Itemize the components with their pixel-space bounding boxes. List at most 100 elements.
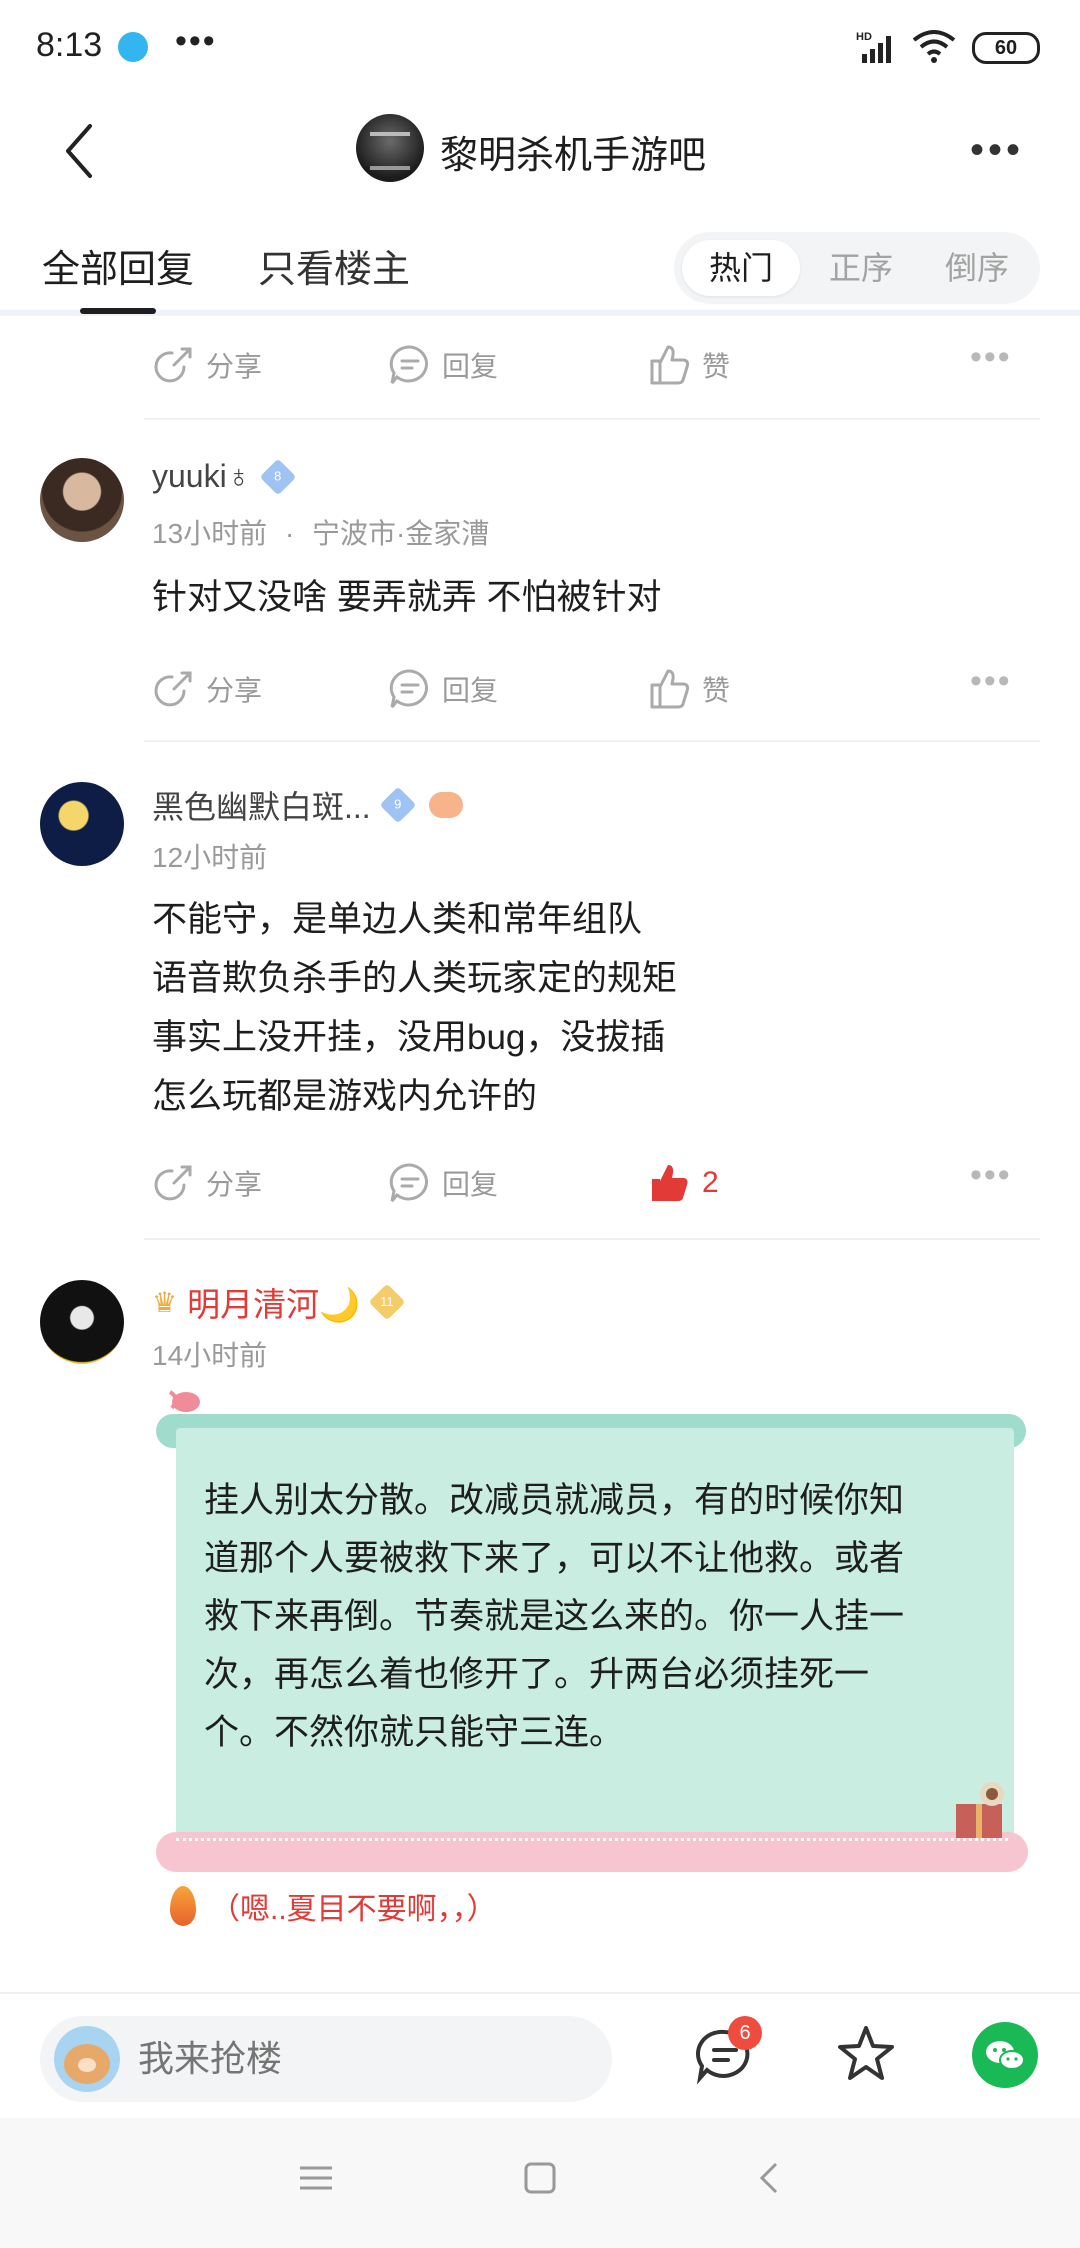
reply-label: 回复 — [442, 1169, 499, 1200]
action-row: 分享 回复 赞 ••• — [150, 646, 1040, 736]
post-content: 不能守，是单边人类和常年组队 语音欺负杀手的人类玩家定的规矩 事实上没开挂，没用… — [152, 890, 677, 1126]
forum-title[interactable]: 黎明杀机手游吧 — [440, 124, 706, 179]
decorated-bubble: 挂人别太分散。改减员就减员，有的时候你知 道那个人要被救下来了，可以不让他救。或… — [156, 1390, 1028, 1878]
divider — [144, 740, 1040, 742]
action-row: 分享 回复 赞 ••• — [150, 322, 1040, 412]
divider — [144, 1238, 1040, 1240]
reply-icon — [389, 1163, 429, 1202]
reply-list: 分享 回复 赞 ••• yuuki♁ 8 13小时前 · 宁波市·金家漕 针对又… — [0, 322, 1080, 1992]
share-icon — [154, 1165, 192, 1201]
system-navigation-bar — [0, 2118, 1080, 2248]
star-icon[interactable] — [834, 2022, 898, 2086]
reply-icon — [389, 345, 429, 384]
more-menu-icon[interactable]: ••• — [970, 128, 1024, 173]
username[interactable]: ♛ 明月清河🌙 11 — [152, 1278, 406, 1326]
username[interactable]: yuuki♁ 8 — [152, 458, 297, 495]
post-time: 13小时前 — [152, 518, 268, 549]
level-badge: 8 — [259, 458, 297, 495]
share-label: 分享 — [206, 1169, 263, 1200]
back-icon[interactable] — [56, 116, 106, 186]
bubble-lace-bottom — [156, 1832, 1028, 1872]
post-menu-icon[interactable]: ••• — [970, 1150, 1012, 1200]
comment-count-badge: 6 — [728, 2016, 762, 2050]
username-text: yuuki♁ — [152, 458, 251, 494]
wifi-icon — [912, 30, 956, 63]
share-button[interactable]: 分享 — [152, 340, 262, 390]
avatar[interactable] — [40, 782, 124, 866]
username-text: 明月清河🌙 — [187, 1286, 361, 1323]
share-label: 分享 — [206, 675, 263, 706]
signal-icon: HD — [856, 31, 891, 63]
post-menu-icon[interactable]: ••• — [970, 332, 1012, 382]
thumbs-up-filled-icon — [652, 1165, 688, 1201]
tab-all-replies[interactable]: 全部回复 — [42, 238, 194, 293]
like-button[interactable]: 2 — [648, 1158, 719, 1208]
bottom-input-bar: 6 — [0, 1992, 1080, 2118]
post-location: 宁波市·金家漕 — [312, 518, 490, 549]
reply-tabs: 全部回复 只看楼主 热门 正序 倒序 — [0, 216, 1080, 316]
tab-op-only[interactable]: 只看楼主 — [258, 238, 410, 293]
flame-icon — [170, 1886, 196, 1926]
action-row: 分享 回复 2 ••• — [150, 1140, 1040, 1230]
share-icon — [154, 671, 192, 707]
user-avatar — [54, 2026, 120, 2092]
avatar[interactable] — [40, 458, 124, 542]
like-label: 赞 — [702, 675, 731, 706]
like-button[interactable]: 赞 — [648, 664, 730, 714]
hd-label: HD — [856, 31, 872, 43]
sort-hot[interactable]: 热门 — [682, 240, 800, 296]
post-meta: 13小时前 · 宁波市·金家漕 — [152, 518, 490, 549]
like-count: 2 — [702, 1166, 719, 1199]
post-line: 不能守，是单边人类和常年组队 — [152, 900, 643, 939]
menu-icon[interactable] — [298, 2158, 334, 2198]
system-back-icon[interactable] — [752, 2158, 788, 2198]
reply-input[interactable] — [138, 2038, 578, 2080]
status-time: 8:13 — [36, 26, 103, 64]
forum-avatar[interactable] — [356, 114, 424, 182]
like-label: 赞 — [702, 351, 731, 382]
username-text: 黑色幽默白斑... — [152, 789, 371, 825]
reply-label: 回复 — [442, 351, 499, 382]
post-line: 事实上没开挂，没用bug，没拔插 — [152, 1018, 666, 1057]
sort-toggle: 热门 正序 倒序 — [674, 232, 1040, 304]
wechat-share-icon[interactable] — [972, 2022, 1038, 2088]
reply-button[interactable]: 回复 — [388, 340, 498, 390]
post-line: 语音欺负杀手的人类玩家定的规矩 — [152, 959, 678, 998]
divider — [144, 418, 1040, 420]
signature-text: （嗯..夏目不要啊，，） — [210, 1893, 497, 1926]
home-icon[interactable] — [522, 2158, 558, 2198]
username[interactable]: 黑色幽默白斑... 9 — [152, 782, 463, 828]
reply-input-box[interactable] — [40, 2016, 612, 2102]
share-button[interactable]: 分享 — [152, 664, 262, 714]
sort-descending[interactable]: 倒序 — [918, 240, 1036, 296]
sort-ascending[interactable]: 正序 — [802, 240, 920, 296]
app-notification-icon — [118, 32, 148, 62]
post-time: 12小时前 — [152, 842, 268, 873]
crown-icon: ♛ — [152, 1286, 178, 1318]
level-badge: 9 — [379, 786, 417, 824]
wechat-icon — [986, 2041, 1025, 2070]
post-line: 怎么玩都是游戏内允许的 — [152, 1077, 538, 1116]
post-line: 针对又没啥 要弄就弄 不怕被针对 — [152, 578, 662, 617]
post-menu-icon[interactable]: ••• — [970, 656, 1012, 706]
avatar[interactable] — [40, 1280, 124, 1364]
thumbs-up-icon — [650, 345, 690, 385]
share-label: 分享 — [206, 351, 263, 382]
signature-tail: （嗯..夏目不要啊，，） — [170, 1884, 497, 1928]
status-bar: 8:13 ••• HD 60 — [0, 0, 1080, 96]
share-icon — [154, 347, 192, 383]
share-button[interactable]: 分享 — [152, 1158, 262, 1208]
reply-icon — [389, 669, 429, 708]
cupid-icon — [168, 1390, 200, 1412]
like-button[interactable]: 赞 — [648, 340, 730, 390]
battery-icon: 60 — [972, 32, 1040, 64]
reply-button[interactable]: 回复 — [388, 1158, 498, 1208]
bubble-text: 挂人别太分散。改减员就减员，有的时候你知 道那个人要被救下来了，可以不让他救。或… — [204, 1481, 905, 1752]
tab-active-indicator — [80, 308, 156, 314]
reply-button[interactable]: 回复 — [388, 664, 498, 714]
post-meta: 14小时前 — [152, 1334, 267, 1374]
level-badge: 11 — [368, 1283, 406, 1321]
post-meta: 12小时前 — [152, 836, 267, 876]
post-time: 14小时前 — [152, 1340, 268, 1371]
top-navigation: 黎明杀机手游吧 ••• — [0, 96, 1080, 216]
